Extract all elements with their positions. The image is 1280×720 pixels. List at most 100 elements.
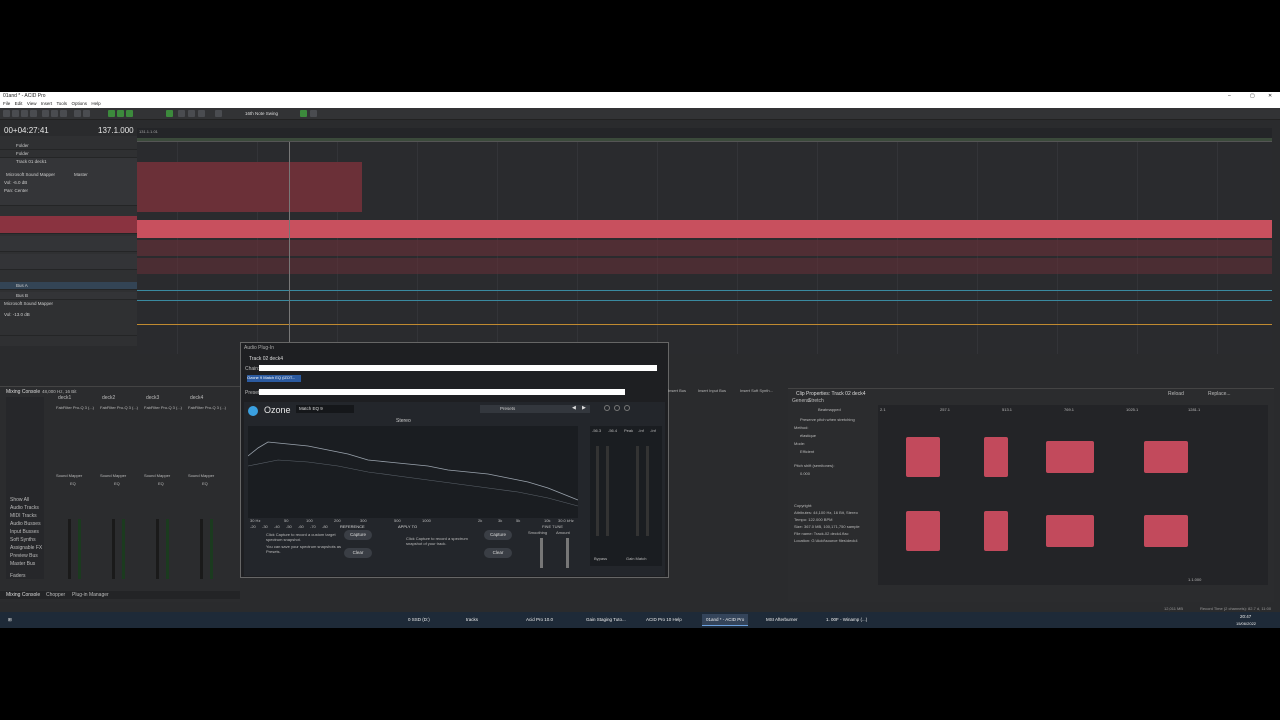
snap-icon[interactable] xyxy=(108,110,115,117)
reload-button[interactable]: Reload xyxy=(1168,391,1184,397)
loop-icon[interactable] xyxy=(126,110,133,117)
prev-preset-icon[interactable]: ◀ xyxy=(572,405,578,411)
stereo-selector[interactable]: Stereo xyxy=(396,418,411,424)
undo-icon[interactable] xyxy=(74,110,81,117)
open-icon[interactable] xyxy=(12,110,19,117)
preview-bus-button[interactable]: Preview Bus xyxy=(10,553,38,559)
volume-fader[interactable] xyxy=(200,519,203,579)
track-header-deck2[interactable] xyxy=(0,236,137,252)
insert-bus-button[interactable]: Insert Bus xyxy=(668,388,686,393)
input-gain-fader[interactable] xyxy=(596,446,599,536)
strip-plugin-slot[interactable]: FabFilter Pro-Q 3 (...) xyxy=(188,405,226,410)
redo-icon[interactable] xyxy=(83,110,90,117)
save-icon[interactable] xyxy=(21,110,28,117)
paste-icon[interactable] xyxy=(60,110,67,117)
preset-dropdown[interactable] xyxy=(259,389,625,395)
chain-plugin-button[interactable]: Ozone 9 Match EQ (iZOT... xyxy=(247,375,301,382)
event-clip-deck1[interactable] xyxy=(137,162,362,212)
soft-synths-button[interactable]: Soft Synths xyxy=(10,537,36,543)
bus-a-envelope[interactable] xyxy=(137,290,1272,291)
tempo-display[interactable]: 137.1.000 xyxy=(98,126,134,135)
menu-view[interactable]: View xyxy=(27,101,37,106)
track-folder[interactable]: Folder xyxy=(0,150,137,158)
swing-dropdown[interactable]: 16th Note Swing xyxy=(245,111,278,116)
erase-tool-icon[interactable] xyxy=(198,110,205,117)
audio-tracks-button[interactable]: Audio Tracks xyxy=(10,505,39,511)
volume-fader[interactable] xyxy=(112,519,115,579)
new-icon[interactable] xyxy=(3,110,10,117)
bypass-button[interactable]: Bypass xyxy=(594,556,607,561)
taskbar-browser[interactable]: Gain Staging Tuto... xyxy=(582,614,630,626)
track-header-deck1[interactable]: Track 01 deck1 Microsoft Sound Mapper Ma… xyxy=(0,158,137,206)
strip-plugin-slot[interactable]: FabFilter Pro-Q 3 (...) xyxy=(56,405,94,410)
track-folder[interactable]: Folder xyxy=(0,142,137,150)
taskbar-msi-afterburner[interactable]: MSI Afterburner xyxy=(762,614,802,626)
timeline-area[interactable] xyxy=(137,142,1272,354)
input-busses-button[interactable]: Input Busses xyxy=(10,529,39,535)
edit-tool-icon[interactable] xyxy=(166,110,173,117)
audio-busses-button[interactable]: Audio Busses xyxy=(10,521,41,527)
render-icon[interactable] xyxy=(30,110,37,117)
track-header-bus-a[interactable]: Bus A xyxy=(0,282,137,290)
auto-icon[interactable] xyxy=(300,110,307,117)
copy-icon[interactable] xyxy=(51,110,58,117)
tab-chopper[interactable]: Chopper xyxy=(46,592,65,598)
taskbar-tracks[interactable]: tracks xyxy=(462,614,482,626)
clip-waveform-view[interactable]: 2.1 257.1 513.1 769.1 1025.1 1281.1 1.1.… xyxy=(878,405,1268,585)
insert-input-bus-button[interactable]: Insert Input Bus xyxy=(698,388,726,393)
track-header-deck3[interactable] xyxy=(0,254,137,270)
menu-options[interactable]: Options xyxy=(71,101,87,106)
mode-select[interactable]: Efficient xyxy=(800,449,814,454)
taskbar-drive[interactable]: 0 SSD (D:) xyxy=(404,614,434,626)
menu-file[interactable]: File xyxy=(3,101,10,106)
taskbar-acid-help[interactable]: ACID Pro 10 Help xyxy=(642,614,686,626)
reference-clear-button[interactable]: Clear xyxy=(344,548,372,558)
master-volume-envelope[interactable] xyxy=(137,324,1272,325)
grid-icon[interactable] xyxy=(117,110,124,117)
metronome-icon[interactable] xyxy=(310,110,317,117)
zoom-tool-icon[interactable] xyxy=(215,110,222,117)
track-header-bus-b[interactable]: Bus B xyxy=(0,292,137,300)
volume-fader[interactable] xyxy=(68,519,71,579)
smoothing-slider[interactable] xyxy=(540,538,543,568)
chain-field[interactable] xyxy=(259,365,657,371)
module-selector[interactable]: Match EQ 9 xyxy=(296,405,354,413)
event-clip-deck2[interactable] xyxy=(137,240,1272,256)
draw-tool-icon[interactable] xyxy=(188,110,195,117)
menu-tools[interactable]: Tools xyxy=(57,101,68,106)
help-icon[interactable] xyxy=(624,405,630,411)
reference-capture-button[interactable]: Capture xyxy=(344,530,372,540)
strip-plugin-slot[interactable]: FabFilter Pro-Q 3 (...) xyxy=(144,405,182,410)
close-button[interactable]: ✕ xyxy=(1268,93,1272,99)
menu-edit[interactable]: Edit xyxy=(15,101,23,106)
event-clip-deck3[interactable] xyxy=(137,258,1272,274)
marker-bar[interactable] xyxy=(137,138,1272,141)
apply-clear-button[interactable]: Clear xyxy=(484,548,512,558)
taskbar-acid-pro-folder[interactable]: Acid Pro 10.0 xyxy=(522,614,557,626)
master-header[interactable]: Microsoft Sound Mapper Vol: -13.0 dB xyxy=(0,300,137,336)
maximize-button[interactable]: ▢ xyxy=(1250,93,1255,99)
tab-plugin-manager[interactable]: Plug-in Manager xyxy=(72,592,109,598)
taskbar-clock[interactable]: 20:47 xyxy=(1240,614,1251,619)
track-header-deck4[interactable] xyxy=(0,216,137,234)
gain-match-button[interactable]: Gain Match xyxy=(626,556,646,561)
preserve-pitch-checkbox[interactable]: Preserve pitch when stretching xyxy=(800,417,855,422)
assignable-fx-button[interactable]: Assignable FX xyxy=(10,545,42,551)
menu-help[interactable]: Help xyxy=(91,101,100,106)
taskbar-acid-pro[interactable]: 01and * - ACID Pro xyxy=(702,614,749,626)
faders-button[interactable]: Faders xyxy=(10,573,26,579)
undo-history-icon[interactable] xyxy=(604,405,610,411)
pitch-shift-input[interactable]: 0.000 xyxy=(800,471,810,476)
insert-soft-synth-button[interactable]: Insert Soft Synth... xyxy=(740,388,773,393)
replace-button[interactable]: Replace... xyxy=(1208,391,1231,397)
method-select[interactable]: élastique xyxy=(800,433,816,438)
midi-tracks-button[interactable]: MIDI Tracks xyxy=(10,513,37,519)
minimize-button[interactable]: – xyxy=(1228,93,1231,99)
tab-stretch[interactable]: Stretch xyxy=(808,398,824,404)
master-bus-button[interactable]: Master Bus xyxy=(10,561,35,567)
show-all-button[interactable]: Show All xyxy=(10,497,29,503)
apply-capture-button[interactable]: Capture xyxy=(484,530,512,540)
start-icon[interactable]: ⊞ xyxy=(4,614,14,626)
event-clip-deck4[interactable] xyxy=(137,220,1272,238)
spectrum-display[interactable] xyxy=(248,426,578,518)
